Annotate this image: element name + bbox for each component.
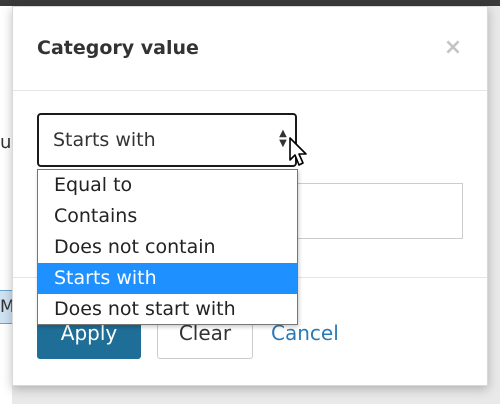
dropdown-option-starts-with[interactable]: Starts with	[38, 263, 297, 294]
operator-select[interactable]: Starts with ▲ ▼	[37, 113, 297, 167]
dropdown-option-equal-to[interactable]: Equal to	[38, 170, 297, 201]
dropdown-option-does-not-contain[interactable]: Does not contain	[38, 232, 297, 263]
dropdown-option-does-not-start-with[interactable]: Does not start with	[38, 294, 297, 325]
operator-select-value: Starts with	[53, 129, 156, 151]
dropdown-option-contains[interactable]: Contains	[38, 201, 297, 232]
dialog-title: Category value	[37, 37, 199, 59]
dialog-header: Category value ×	[13, 7, 487, 91]
operator-dropdown-list: Equal to Contains Does not contain Start…	[37, 169, 298, 325]
close-icon[interactable]: ×	[443, 37, 463, 59]
category-value-input[interactable]	[285, 183, 463, 239]
background-panel	[0, 6, 12, 404]
mouse-cursor-icon	[289, 137, 307, 166]
